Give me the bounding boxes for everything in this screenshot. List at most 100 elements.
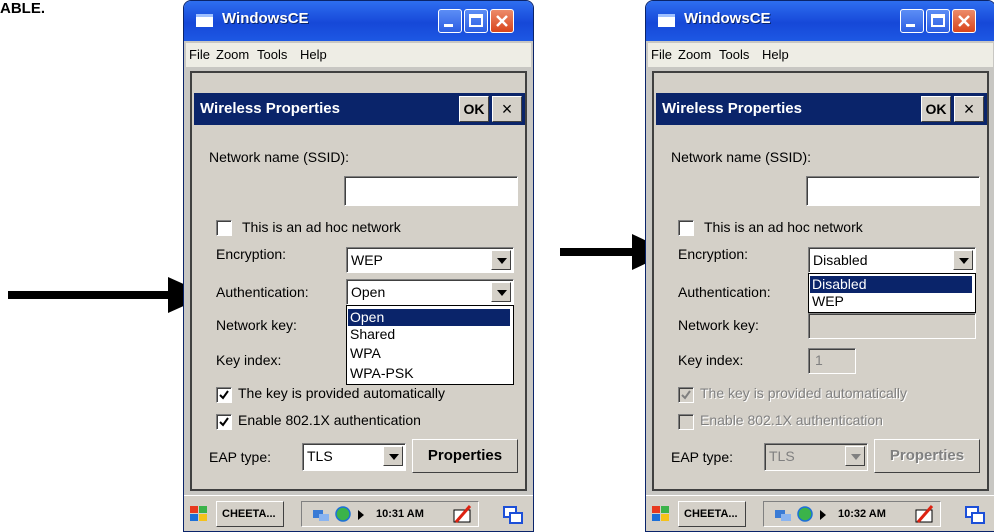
auth-option-wpa[interactable]: WPA (348, 345, 510, 362)
encryption-option-disabled[interactable]: Disabled (810, 276, 972, 293)
menu-tools[interactable]: Tools (719, 47, 749, 62)
start-flag-icon[interactable] (650, 502, 672, 526)
eap-type-value: TLS (769, 448, 795, 464)
window-title: WindowsCE (684, 10, 771, 27)
authentication-dropdown-list: Open Shared WPA WPA-PSK (346, 305, 514, 385)
network-key-label: Network key: (678, 317, 759, 333)
enable-8021x-checkbox[interactable] (216, 414, 232, 430)
ssid-input[interactable] (806, 176, 980, 206)
network-key-input (808, 313, 976, 339)
taskbar: CHEETA... 10:31 AM (184, 495, 533, 531)
auth-option-shared[interactable]: Shared (348, 326, 510, 343)
window-titlebar: WindowsCE (646, 1, 994, 41)
chevron-down-icon (845, 446, 865, 466)
play-arrow-icon (358, 510, 364, 520)
dialog-title: Wireless Properties (200, 100, 340, 117)
authentication-label: Authentication: (216, 284, 309, 300)
play-arrow-icon (820, 510, 826, 520)
globe-icon[interactable] (334, 506, 352, 522)
ok-button[interactable]: OK (921, 96, 951, 122)
authentication-select[interactable]: Open (346, 279, 514, 305)
encryption-dropdown-list: Disabled WEP (808, 273, 976, 313)
encryption-value: WEP (351, 252, 383, 268)
menu-help[interactable]: Help (762, 47, 789, 62)
menu-help[interactable]: Help (300, 47, 327, 62)
minimize-button[interactable] (900, 9, 924, 33)
page-caption: ABLE. (0, 0, 45, 17)
ssid-label: Network name (SSID): (671, 149, 812, 165)
menu-bar: File Zoom Tools Help (648, 43, 993, 67)
windowsce-window-left: WindowsCE File Zoom Tools Help Wireless … (183, 0, 534, 532)
pen-input-icon[interactable] (452, 504, 474, 524)
taskbar-item[interactable]: CHEETA... (678, 501, 746, 527)
minimize-button[interactable] (438, 9, 462, 33)
eap-type-select: TLS (764, 443, 868, 471)
menu-file[interactable]: File (189, 47, 210, 62)
autokey-checkbox (678, 387, 694, 403)
system-tray: 10:32 AM (763, 501, 941, 527)
adhoc-label: This is an ad hoc network (704, 219, 863, 235)
window-title: WindowsCE (222, 10, 309, 27)
autokey-label: The key is provided automatically (700, 385, 907, 401)
encryption-select[interactable]: WEP (346, 247, 514, 273)
dialog-titlebar: Wireless Properties OK × (194, 93, 525, 125)
close-window-button[interactable] (490, 9, 514, 33)
eap-type-label: EAP type: (209, 449, 272, 465)
clock: 10:32 AM (838, 508, 886, 520)
adhoc-checkbox[interactable] (216, 220, 232, 236)
globe-icon[interactable] (796, 506, 814, 522)
authentication-value: Open (351, 284, 386, 300)
dialog-close-button[interactable]: × (492, 96, 522, 122)
chevron-down-icon[interactable] (491, 282, 511, 302)
autokey-checkbox[interactable] (216, 387, 232, 403)
encryption-select[interactable]: Disabled (808, 247, 976, 273)
menu-tools[interactable]: Tools (257, 47, 287, 62)
ssid-label: Network name (SSID): (209, 149, 350, 165)
properties-button: Properties (874, 439, 980, 473)
arrow-to-authentication-icon (8, 277, 208, 313)
maximize-button[interactable] (464, 9, 488, 33)
key-index-label: Key index: (678, 352, 744, 368)
adhoc-label: This is an ad hoc network (242, 219, 401, 235)
chevron-down-icon[interactable] (383, 446, 403, 466)
menu-zoom[interactable]: Zoom (678, 47, 711, 62)
properties-button[interactable]: Properties (412, 439, 518, 473)
enable-8021x-label: Enable 802.1X authentication (700, 412, 883, 428)
taskbar: CHEETA... 10:32 AM (646, 495, 994, 531)
window-app-icon (196, 14, 213, 27)
ok-button[interactable]: OK (459, 96, 489, 122)
wireless-properties-dialog: Wireless Properties OK × Network name (S… (190, 71, 527, 491)
enable-8021x-label: Enable 802.1X authentication (238, 412, 421, 428)
chevron-down-icon[interactable] (953, 250, 973, 270)
key-index-label: Key index: (216, 352, 282, 368)
taskbar-item[interactable]: CHEETA... (216, 501, 284, 527)
encryption-label: Encryption: (216, 246, 287, 262)
menu-file[interactable]: File (651, 47, 672, 62)
eap-type-select[interactable]: TLS (302, 443, 406, 471)
chevron-down-icon[interactable] (491, 250, 511, 270)
dialog-titlebar: Wireless Properties OK × (656, 93, 987, 125)
enable-8021x-checkbox (678, 414, 694, 430)
network-icon[interactable] (774, 506, 792, 522)
auth-option-wpa-psk[interactable]: WPA-PSK (348, 365, 510, 382)
pen-input-icon[interactable] (914, 504, 936, 524)
network-key-label: Network key: (216, 317, 297, 333)
encryption-option-wep[interactable]: WEP (810, 293, 972, 310)
dialog-close-button[interactable]: × (954, 96, 984, 122)
encryption-value: Disabled (813, 252, 868, 268)
auth-option-open[interactable]: Open (348, 309, 510, 326)
network-icon[interactable] (312, 506, 330, 522)
authentication-label: Authentication: (678, 284, 771, 300)
ssid-input[interactable] (344, 176, 518, 206)
eap-type-value: TLS (307, 448, 333, 464)
adhoc-checkbox[interactable] (678, 220, 694, 236)
system-tray: 10:31 AM (301, 501, 479, 527)
start-flag-icon[interactable] (188, 502, 210, 526)
switch-windows-icon[interactable] (964, 505, 986, 525)
maximize-button[interactable] (926, 9, 950, 33)
menu-zoom[interactable]: Zoom (216, 47, 249, 62)
switch-windows-icon[interactable] (502, 505, 524, 525)
close-window-button[interactable] (952, 9, 976, 33)
windowsce-window-right: WindowsCE File Zoom Tools Help Wireless … (645, 0, 994, 532)
wireless-properties-dialog: Wireless Properties OK × Network name (S… (652, 71, 989, 491)
